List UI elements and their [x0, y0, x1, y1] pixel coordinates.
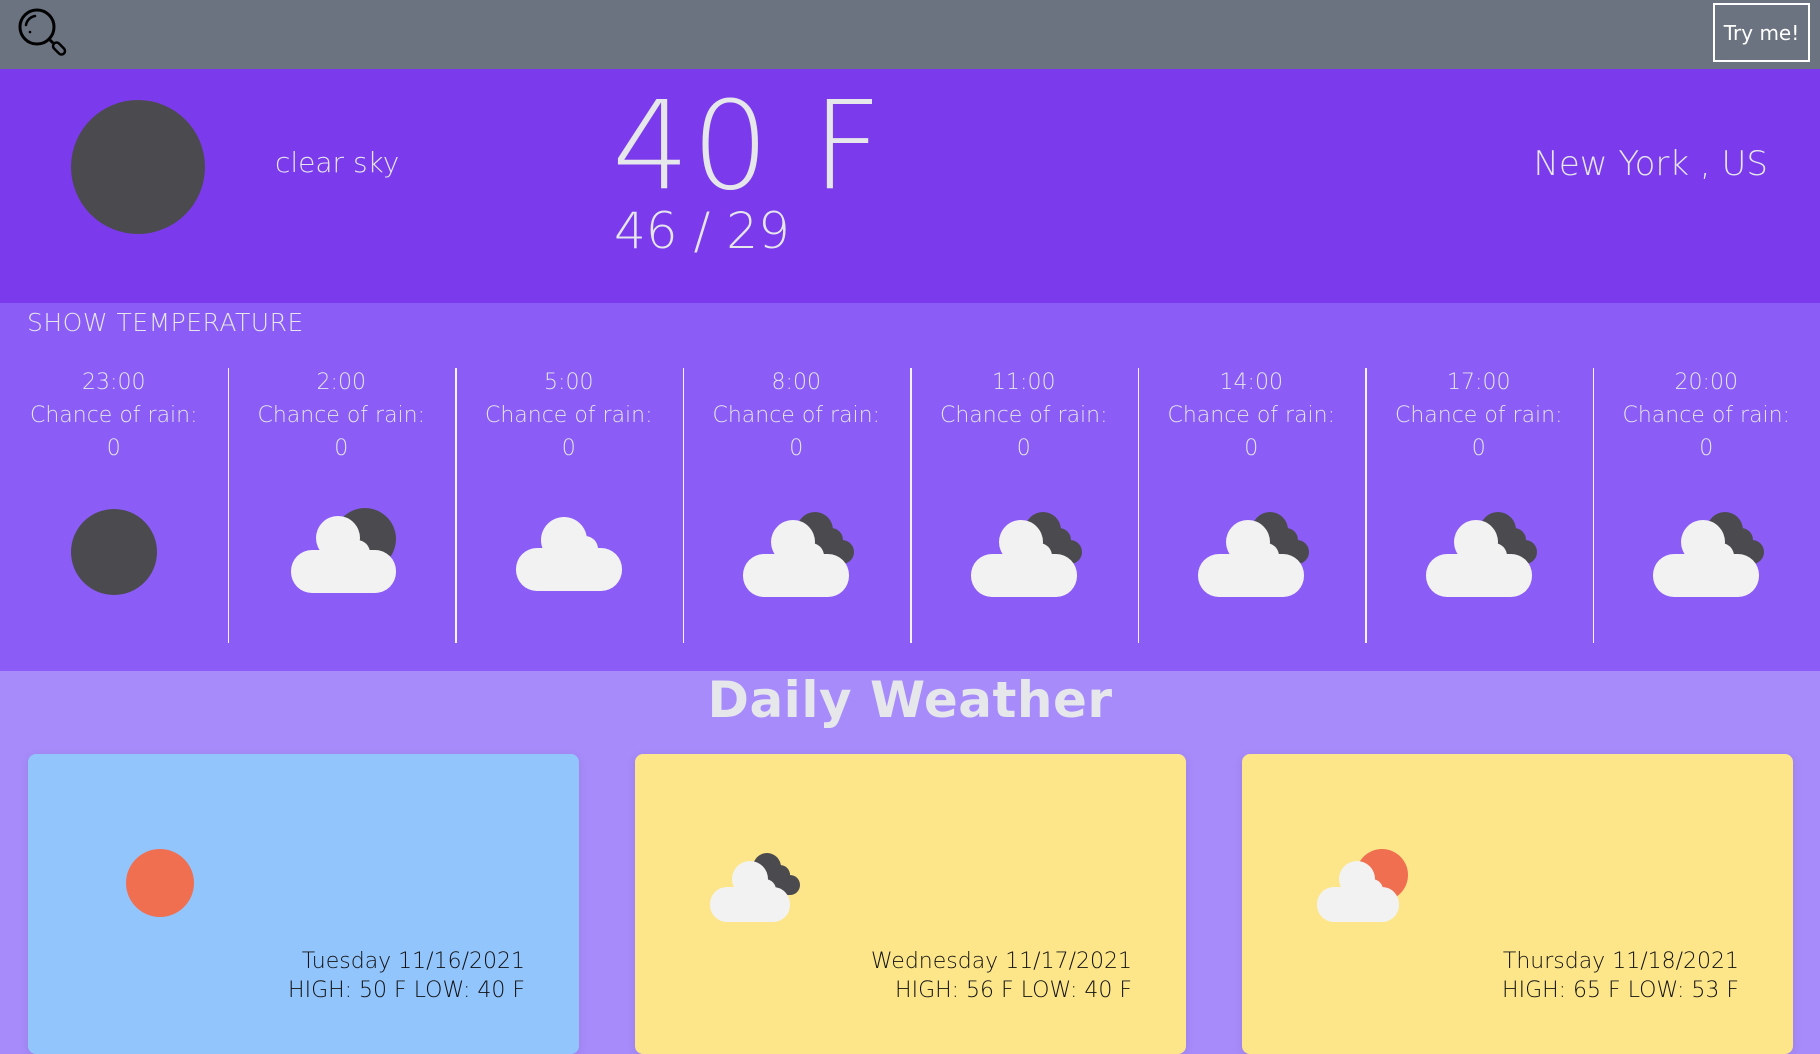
rain-label: Chance of rain:	[1593, 403, 1820, 428]
rain-label: Chance of rain:	[0, 403, 228, 428]
rain-value: 0	[1138, 436, 1366, 461]
few-clouds-day-icon	[1312, 839, 1432, 929]
broken-clouds-night-icon	[959, 508, 1089, 598]
current-temperature: 40 F	[612, 79, 884, 213]
daily-weather-heading: Daily Weather	[0, 671, 1820, 729]
hourly-item: 2:00 Chance of rain: 0	[228, 368, 456, 643]
rain-label: Chance of rain:	[228, 403, 456, 428]
hourly-item: 23:00 Chance of rain: 0	[0, 368, 228, 643]
hour-time: 17:00	[1365, 370, 1593, 395]
few-clouds-night-icon	[276, 508, 406, 598]
broken-clouds-night-icon	[1186, 508, 1316, 598]
sun-icon	[98, 839, 218, 929]
rain-label: Chance of rain:	[683, 403, 911, 428]
daily-date: Thursday 11/18/2021	[1503, 949, 1739, 974]
hourly-list: 23:00 Chance of rain: 0 2:00 Chance of r…	[0, 368, 1820, 643]
rain-label: Chance of rain:	[1138, 403, 1366, 428]
hour-time: 20:00	[1593, 370, 1820, 395]
rain-value: 0	[1593, 436, 1820, 461]
hourly-item: 8:00 Chance of rain: 0	[683, 368, 911, 643]
navbar: Try me!	[0, 0, 1820, 69]
hourly-item: 17:00 Chance of rain: 0	[1365, 368, 1593, 643]
rain-value: 0	[455, 436, 683, 461]
cloud-icon	[504, 508, 634, 598]
rain-value: 0	[0, 436, 228, 461]
daily-date: Tuesday 11/16/2021	[302, 949, 525, 974]
rain-label: Chance of rain:	[910, 403, 1138, 428]
weather-description: clear sky	[275, 146, 399, 179]
magnifying-glass-icon	[16, 6, 74, 64]
hour-time: 14:00	[1138, 370, 1366, 395]
broken-clouds-night-icon	[1641, 508, 1771, 598]
rain-value: 0	[910, 436, 1138, 461]
location-label: New York , US	[1533, 144, 1768, 184]
hourly-item: 11:00 Chance of rain: 0	[910, 368, 1138, 643]
hour-time: 5:00	[455, 370, 683, 395]
hourly-forecast-panel: SHOW TEMPERATURE 23:00 Chance of rain: 0…	[0, 303, 1820, 671]
broken-clouds-icon	[705, 839, 825, 929]
broken-clouds-night-icon	[731, 508, 861, 598]
daily-date: Wednesday 11/17/2021	[871, 949, 1132, 974]
broken-clouds-night-icon	[1414, 508, 1544, 598]
search-button[interactable]	[16, 6, 74, 64]
high-low-temperature: 46 / 29	[614, 202, 790, 260]
hour-time: 8:00	[683, 370, 911, 395]
daily-forecast-panel: Daily Weather Tuesday 11/16/2021 HIGH: 5…	[0, 671, 1820, 991]
hourly-item: 20:00 Chance of rain: 0	[1593, 368, 1820, 643]
rain-value: 0	[228, 436, 456, 461]
rain-value: 0	[1365, 436, 1593, 461]
rain-label: Chance of rain:	[1365, 403, 1593, 428]
hourly-item: 14:00 Chance of rain: 0	[1138, 368, 1366, 643]
daily-card: Wednesday 11/17/2021 HIGH: 56 F LOW: 40 …	[635, 754, 1186, 1054]
rain-value: 0	[683, 436, 911, 461]
hour-time: 2:00	[228, 370, 456, 395]
hour-time: 23:00	[0, 370, 228, 395]
daily-card: Thursday 11/18/2021 HIGH: 65 F LOW: 53 F	[1242, 754, 1793, 1054]
try-me-button[interactable]: Try me!	[1713, 3, 1810, 62]
hour-time: 11:00	[910, 370, 1138, 395]
clear-night-icon	[49, 508, 179, 598]
clear-night-icon	[70, 99, 206, 235]
current-weather-panel: clear sky 40 F 46 / 29 New York , US	[0, 69, 1820, 303]
rain-label: Chance of rain:	[455, 403, 683, 428]
hourly-item: 5:00 Chance of rain: 0	[455, 368, 683, 643]
show-temperature-toggle[interactable]: SHOW TEMPERATURE	[27, 308, 304, 337]
daily-card: Tuesday 11/16/2021 HIGH: 50 F LOW: 40 F	[28, 754, 579, 1054]
